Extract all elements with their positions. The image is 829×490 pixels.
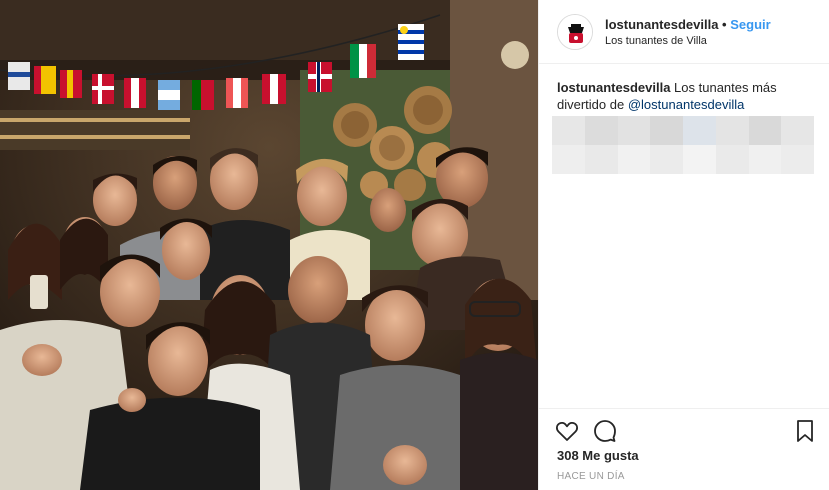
location-link[interactable]: Los tunantes de Villa xyxy=(605,35,707,47)
post-photo[interactable] xyxy=(0,0,538,490)
group-photo-illustration xyxy=(0,0,538,490)
follow-button[interactable]: Seguir xyxy=(730,17,770,32)
caption-username[interactable]: lostunantesdevilla xyxy=(557,80,670,95)
post-timestamp[interactable]: HACE UN DÍA xyxy=(557,471,625,482)
separator-dot: • xyxy=(722,17,727,32)
post-caption: lostunantesdevilla Los tunantes más dive… xyxy=(557,79,827,113)
post-actions: 308 Me gusta HACE UN DÍA xyxy=(539,408,829,490)
comment-icon[interactable] xyxy=(593,419,617,448)
post-side-panel: lostunantesdevilla • Seguir Los tunantes… xyxy=(538,0,829,490)
profile-logo-icon xyxy=(558,15,592,49)
bookmark-icon[interactable] xyxy=(795,419,815,448)
avatar[interactable] xyxy=(557,14,593,50)
username-link[interactable]: lostunantesdevilla xyxy=(605,17,718,32)
blurred-comment xyxy=(552,116,814,174)
likes-count[interactable]: 308 Me gusta xyxy=(557,448,639,463)
heart-icon[interactable] xyxy=(555,419,579,448)
post-header: lostunantesdevilla • Seguir Los tunantes… xyxy=(539,0,829,64)
caption-mention[interactable]: @lostunantesdevilla xyxy=(628,97,745,112)
